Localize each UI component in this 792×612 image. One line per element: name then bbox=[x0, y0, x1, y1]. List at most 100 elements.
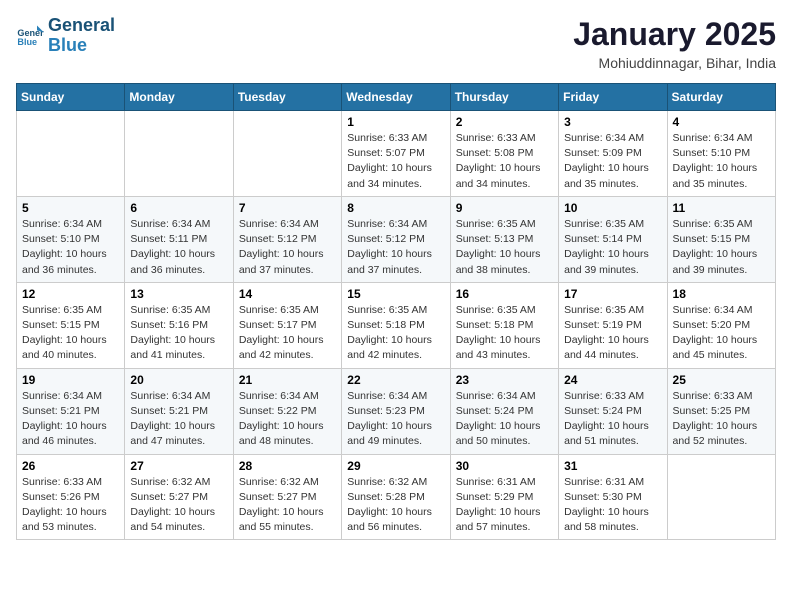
day-info: Sunrise: 6:32 AM Sunset: 5:27 PM Dayligh… bbox=[130, 475, 227, 536]
day-number: 17 bbox=[564, 287, 661, 301]
day-number: 8 bbox=[347, 201, 444, 215]
table-row: 30 Sunrise: 6:31 AM Sunset: 5:29 PM Dayli… bbox=[450, 454, 558, 540]
day-number: 31 bbox=[564, 459, 661, 473]
calendar-week-row: 12 Sunrise: 6:35 AM Sunset: 5:15 PM Dayli… bbox=[17, 282, 776, 368]
page-header: General Blue General Blue January 2025 M… bbox=[16, 16, 776, 71]
table-row bbox=[17, 111, 125, 197]
table-row: 24Sunrise: 6:33 AM Sunset: 5:24 PM Dayli… bbox=[559, 368, 667, 454]
table-row: 1Sunrise: 6:33 AM Sunset: 5:07 PM Daylig… bbox=[342, 111, 450, 197]
calendar-subtitle: Mohiuddinnagar, Bihar, India bbox=[573, 55, 776, 71]
day-number: 10 bbox=[564, 201, 661, 215]
day-info: Sunrise: 6:35 AM Sunset: 5:16 PM Dayligh… bbox=[130, 303, 227, 364]
table-row: 27 Sunrise: 6:32 AM Sunset: 5:27 PM Dayli… bbox=[125, 454, 233, 540]
header-friday: Friday bbox=[559, 84, 667, 111]
header-sunday: Sunday bbox=[17, 84, 125, 111]
day-info: Sunrise: 6:35 AM Sunset: 5:15 PM Dayligh… bbox=[673, 217, 770, 278]
title-block: January 2025 Mohiuddinnagar, Bihar, Indi… bbox=[573, 16, 776, 71]
day-info: Sunrise: 6:35 AM Sunset: 5:15 PM Dayligh… bbox=[22, 303, 119, 364]
table-row: 28 Sunrise: 6:32 AM Sunset: 5:27 PM Dayli… bbox=[233, 454, 341, 540]
day-info: Sunrise: 6:33 AM Sunset: 5:24 PM Dayligh… bbox=[564, 389, 661, 450]
day-number: 14 bbox=[239, 287, 336, 301]
table-row bbox=[233, 111, 341, 197]
day-info: Sunrise: 6:34 AM Sunset: 5:24 PM Dayligh… bbox=[456, 389, 553, 450]
day-info: Sunrise: 6:35 AM Sunset: 5:17 PM Dayligh… bbox=[239, 303, 336, 364]
table-row bbox=[125, 111, 233, 197]
day-number: 19 bbox=[22, 373, 119, 387]
calendar-week-row: 1Sunrise: 6:33 AM Sunset: 5:07 PM Daylig… bbox=[17, 111, 776, 197]
svg-text:Blue: Blue bbox=[17, 37, 37, 47]
table-row bbox=[667, 454, 775, 540]
table-row: 9Sunrise: 6:35 AM Sunset: 5:13 PM Daylig… bbox=[450, 196, 558, 282]
table-row: 10 Sunrise: 6:35 AM Sunset: 5:14 PM Dayli… bbox=[559, 196, 667, 282]
day-number: 25 bbox=[673, 373, 770, 387]
day-number: 30 bbox=[456, 459, 553, 473]
day-info: Sunrise: 6:33 AM Sunset: 5:25 PM Dayligh… bbox=[673, 389, 770, 450]
day-number: 15 bbox=[347, 287, 444, 301]
day-number: 6 bbox=[130, 201, 227, 215]
day-info: Sunrise: 6:31 AM Sunset: 5:29 PM Dayligh… bbox=[456, 475, 553, 536]
day-number: 16 bbox=[456, 287, 553, 301]
day-info: Sunrise: 6:32 AM Sunset: 5:27 PM Dayligh… bbox=[239, 475, 336, 536]
table-row: 5Sunrise: 6:34 AM Sunset: 5:10 PM Daylig… bbox=[17, 196, 125, 282]
table-row: 25 Sunrise: 6:33 AM Sunset: 5:25 PM Dayli… bbox=[667, 368, 775, 454]
header-monday: Monday bbox=[125, 84, 233, 111]
day-info: Sunrise: 6:34 AM Sunset: 5:20 PM Dayligh… bbox=[673, 303, 770, 364]
table-row: 18Sunrise: 6:34 AM Sunset: 5:20 PM Dayli… bbox=[667, 282, 775, 368]
day-number: 29 bbox=[347, 459, 444, 473]
days-header-row: Sunday Monday Tuesday Wednesday Thursday… bbox=[17, 84, 776, 111]
day-info: Sunrise: 6:34 AM Sunset: 5:12 PM Dayligh… bbox=[347, 217, 444, 278]
calendar-week-row: 5Sunrise: 6:34 AM Sunset: 5:10 PM Daylig… bbox=[17, 196, 776, 282]
table-row: 20Sunrise: 6:34 AM Sunset: 5:21 PM Dayli… bbox=[125, 368, 233, 454]
table-row: 23 Sunrise: 6:34 AM Sunset: 5:24 PM Dayli… bbox=[450, 368, 558, 454]
logo-text: General bbox=[48, 16, 115, 36]
table-row: 8 Sunrise: 6:34 AM Sunset: 5:12 PM Daylig… bbox=[342, 196, 450, 282]
day-number: 26 bbox=[22, 459, 119, 473]
day-info: Sunrise: 6:32 AM Sunset: 5:28 PM Dayligh… bbox=[347, 475, 444, 536]
day-number: 2 bbox=[456, 115, 553, 129]
day-info: Sunrise: 6:34 AM Sunset: 5:22 PM Dayligh… bbox=[239, 389, 336, 450]
day-info: Sunrise: 6:31 AM Sunset: 5:30 PM Dayligh… bbox=[564, 475, 661, 536]
day-number: 12 bbox=[22, 287, 119, 301]
table-row: 31 Sunrise: 6:31 AM Sunset: 5:30 PM Dayli… bbox=[559, 454, 667, 540]
table-row: 26 Sunrise: 6:33 AM Sunset: 5:26 PM Dayli… bbox=[17, 454, 125, 540]
day-number: 13 bbox=[130, 287, 227, 301]
header-wednesday: Wednesday bbox=[342, 84, 450, 111]
header-saturday: Saturday bbox=[667, 84, 775, 111]
day-info: Sunrise: 6:34 AM Sunset: 5:11 PM Dayligh… bbox=[130, 217, 227, 278]
table-row: 22 Sunrise: 6:34 AM Sunset: 5:23 PM Dayli… bbox=[342, 368, 450, 454]
calendar-table: Sunday Monday Tuesday Wednesday Thursday… bbox=[16, 83, 776, 540]
day-info: Sunrise: 6:34 AM Sunset: 5:21 PM Dayligh… bbox=[22, 389, 119, 450]
day-number: 1 bbox=[347, 115, 444, 129]
day-number: 23 bbox=[456, 373, 553, 387]
day-info: Sunrise: 6:35 AM Sunset: 5:19 PM Dayligh… bbox=[564, 303, 661, 364]
day-number: 20 bbox=[130, 373, 227, 387]
day-number: 22 bbox=[347, 373, 444, 387]
day-info: Sunrise: 6:35 AM Sunset: 5:18 PM Dayligh… bbox=[456, 303, 553, 364]
day-number: 4 bbox=[673, 115, 770, 129]
table-row: 2Sunrise: 6:33 AM Sunset: 5:08 PM Daylig… bbox=[450, 111, 558, 197]
logo-text2: Blue bbox=[48, 36, 115, 56]
day-info: Sunrise: 6:35 AM Sunset: 5:14 PM Dayligh… bbox=[564, 217, 661, 278]
calendar-title: January 2025 bbox=[573, 16, 776, 53]
table-row: 7Sunrise: 6:34 AM Sunset: 5:12 PM Daylig… bbox=[233, 196, 341, 282]
day-info: Sunrise: 6:35 AM Sunset: 5:18 PM Dayligh… bbox=[347, 303, 444, 364]
day-info: Sunrise: 6:34 AM Sunset: 5:10 PM Dayligh… bbox=[673, 131, 770, 192]
day-number: 11 bbox=[673, 201, 770, 215]
table-row: 14 Sunrise: 6:35 AM Sunset: 5:17 PM Dayli… bbox=[233, 282, 341, 368]
day-info: Sunrise: 6:34 AM Sunset: 5:23 PM Dayligh… bbox=[347, 389, 444, 450]
day-number: 28 bbox=[239, 459, 336, 473]
table-row: 3Sunrise: 6:34 AM Sunset: 5:09 PM Daylig… bbox=[559, 111, 667, 197]
day-info: Sunrise: 6:35 AM Sunset: 5:13 PM Dayligh… bbox=[456, 217, 553, 278]
table-row: 12 Sunrise: 6:35 AM Sunset: 5:15 PM Dayli… bbox=[17, 282, 125, 368]
day-number: 5 bbox=[22, 201, 119, 215]
day-info: Sunrise: 6:33 AM Sunset: 5:26 PM Dayligh… bbox=[22, 475, 119, 536]
header-tuesday: Tuesday bbox=[233, 84, 341, 111]
table-row: 29 Sunrise: 6:32 AM Sunset: 5:28 PM Dayli… bbox=[342, 454, 450, 540]
table-row: 4 Sunrise: 6:34 AM Sunset: 5:10 PM Daylig… bbox=[667, 111, 775, 197]
day-number: 7 bbox=[239, 201, 336, 215]
table-row: 15 Sunrise: 6:35 AM Sunset: 5:18 PM Dayli… bbox=[342, 282, 450, 368]
table-row: 6 Sunrise: 6:34 AM Sunset: 5:11 PM Daylig… bbox=[125, 196, 233, 282]
table-row: 17 Sunrise: 6:35 AM Sunset: 5:19 PM Dayli… bbox=[559, 282, 667, 368]
calendar-week-row: 19 Sunrise: 6:34 AM Sunset: 5:21 PM Dayli… bbox=[17, 368, 776, 454]
day-number: 27 bbox=[130, 459, 227, 473]
